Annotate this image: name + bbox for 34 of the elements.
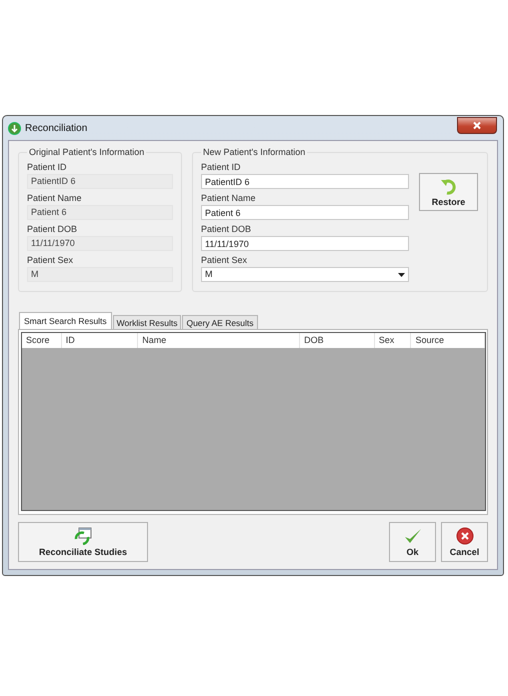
- field-label: Patient Sex: [201, 254, 248, 267]
- input-field[interactable]: PatientID 6: [201, 174, 409, 189]
- restore-button[interactable]: Restore: [419, 173, 478, 211]
- tab[interactable]: Worklist Results: [112, 315, 182, 329]
- window-title: Reconciliation: [25, 122, 88, 134]
- field-label: Patient ID: [27, 161, 68, 174]
- readonly-field: PatientID 6: [27, 174, 173, 189]
- undo-arrow-icon: [440, 177, 458, 195]
- group-title: New Patient's Information: [202, 147, 306, 157]
- close-icon: [472, 120, 482, 130]
- readonly-field: 11/11/1970: [27, 236, 173, 251]
- dropdown-caret-icon: [398, 272, 405, 276]
- readonly-field: M: [27, 267, 173, 282]
- cancel-button[interactable]: Cancel: [441, 522, 488, 562]
- field-label: Patient Name: [27, 192, 83, 205]
- cancel-icon: [456, 527, 474, 545]
- ok-button[interactable]: Ok: [389, 522, 436, 562]
- dropdown-field[interactable]: M: [201, 267, 409, 282]
- input-field[interactable]: Patient 6: [201, 205, 409, 220]
- input-field[interactable]: 11/11/1970: [201, 236, 409, 251]
- windows-arrows-icon: [73, 527, 93, 545]
- readonly-field: Patient 6: [27, 205, 173, 220]
- field-label: Patient Sex: [27, 254, 74, 267]
- group-title: Original Patient's Information: [28, 147, 146, 157]
- reconcile-button[interactable]: Reconciliate Studies: [18, 522, 148, 562]
- close-button[interactable]: [457, 116, 497, 134]
- checkmark-icon: [404, 527, 422, 545]
- field-label: Patient ID: [201, 161, 242, 174]
- app-icon: [8, 122, 21, 134]
- tab[interactable]: Query AE Results: [182, 315, 258, 329]
- field-label: Patient DOB: [201, 223, 252, 236]
- field-label: Patient Name: [201, 192, 257, 205]
- tab[interactable]: Smart Search Results: [19, 312, 112, 329]
- field-label: Patient DOB: [27, 223, 78, 236]
